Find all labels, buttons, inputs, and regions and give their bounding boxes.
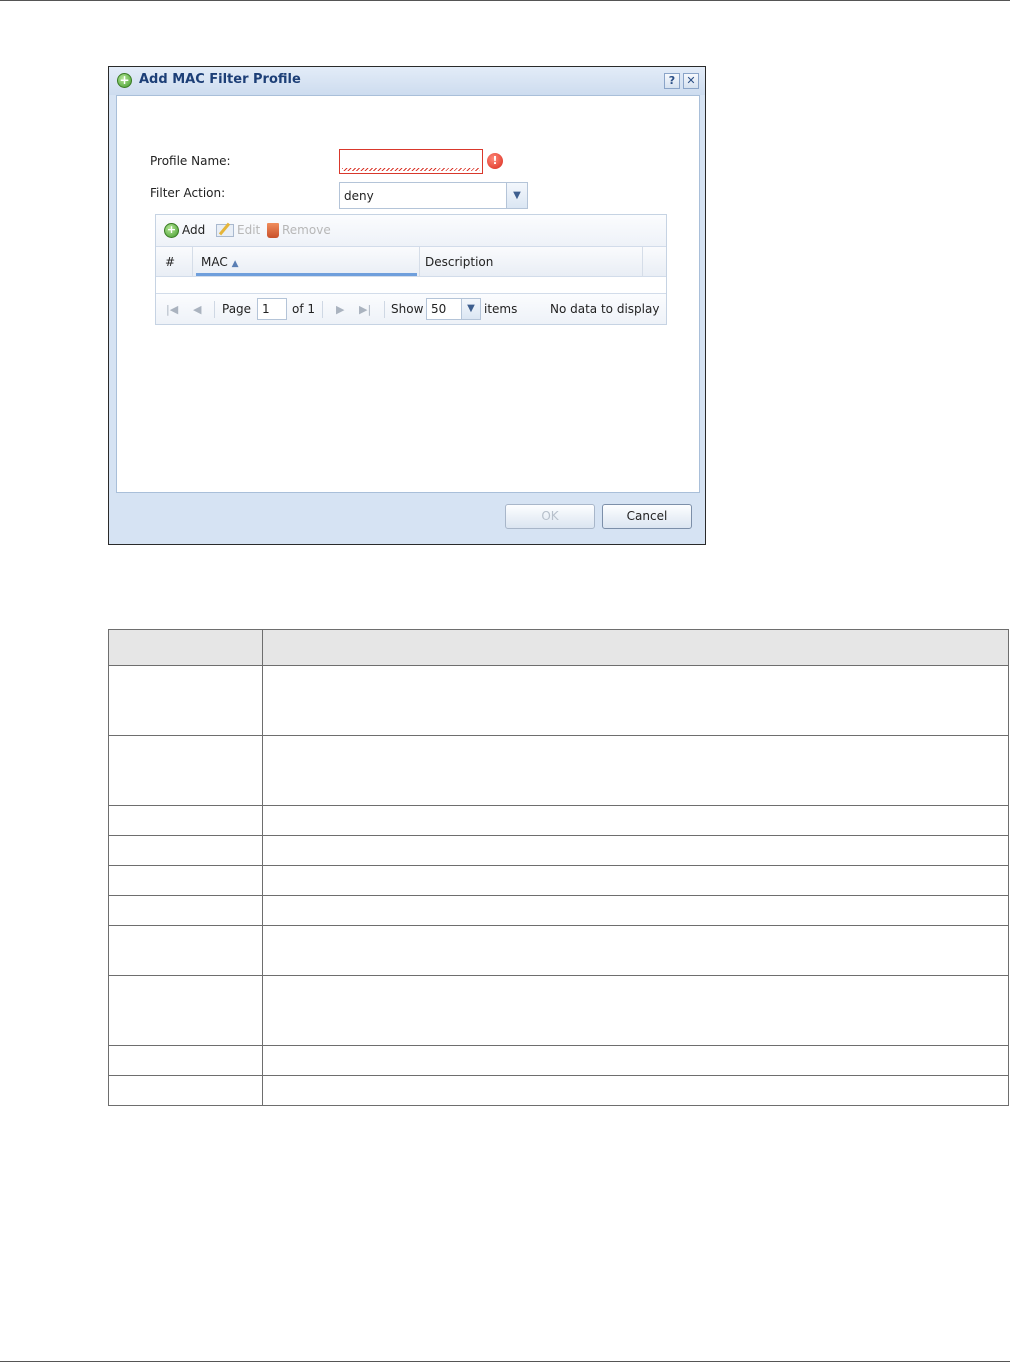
profile-name-input[interactable] (339, 149, 483, 174)
trash-icon (267, 223, 279, 238)
table-cell (262, 925, 1009, 976)
last-page-icon[interactable]: ▶| (359, 303, 371, 316)
table-cell (262, 1045, 1009, 1076)
close-icon[interactable]: ✕ (683, 73, 699, 89)
dialog-title-bar[interactable]: + Add MAC Filter Profile ? ✕ (109, 67, 705, 95)
column-header-number[interactable]: # (165, 247, 175, 277)
table-row (108, 865, 1009, 896)
table-row (108, 1045, 1009, 1076)
remove-label: Remove (282, 223, 331, 237)
table-cell (108, 629, 263, 666)
table-row (108, 925, 1009, 976)
page-number-input[interactable]: 1 (257, 298, 287, 320)
chevron-down-icon[interactable]: ▼ (506, 183, 527, 208)
table-cell (262, 975, 1009, 1046)
grid-pager: |◀ ◀ Page 1 of 1 ▶ ▶| Show 50 ▼ items No… (156, 293, 666, 324)
add-circle-icon: + (117, 73, 132, 88)
column-header-description[interactable]: Description (425, 247, 493, 277)
table-cell (108, 895, 263, 926)
sort-ascending-icon: ▲ (231, 259, 239, 269)
table-cell (262, 629, 1009, 666)
next-page-icon[interactable]: ▶ (336, 303, 344, 316)
validation-squiggle (342, 168, 480, 171)
dialog-title: Add MAC Filter Profile (139, 72, 301, 87)
table-cell (262, 735, 1009, 806)
first-page-icon[interactable]: |◀ (166, 303, 178, 316)
filter-action-label: Filter Action: (150, 186, 226, 200)
grid-toolbar: + Add Edit Remove (156, 215, 666, 247)
sorted-column-indicator (196, 273, 417, 276)
table-row (108, 805, 1009, 836)
ok-button[interactable]: OK (505, 504, 595, 529)
table-cell (108, 805, 263, 836)
help-icon[interactable]: ? (664, 73, 680, 89)
pager-divider (322, 301, 323, 318)
table-cell (262, 805, 1009, 836)
remove-button[interactable]: Remove (267, 223, 331, 238)
mac-header-label: MAC (201, 255, 228, 269)
table-cell (108, 665, 263, 736)
table-cell (108, 975, 263, 1046)
add-circle-icon: + (164, 223, 179, 238)
table-row (108, 1075, 1009, 1106)
page-top-rule (0, 0, 1010, 1)
mac-address-grid: + Add Edit Remove # MAC ▲ Description |◀… (155, 214, 667, 325)
edit-label: Edit (237, 223, 261, 237)
column-divider (642, 247, 643, 277)
chevron-down-icon[interactable]: ▼ (461, 298, 481, 320)
table-cell (262, 835, 1009, 866)
table-cell (108, 1075, 263, 1106)
warning-icon: ! (487, 153, 503, 169)
filter-action-value: deny (344, 189, 374, 203)
table-cell (262, 895, 1009, 926)
pager-status: No data to display (550, 302, 660, 316)
page-size-select[interactable]: 50 (426, 298, 462, 320)
column-divider (192, 247, 193, 277)
field-description-table (108, 629, 1009, 1106)
add-button[interactable]: + Add (164, 223, 205, 238)
table-row (108, 895, 1009, 926)
table-cell (108, 925, 263, 976)
table-cell (262, 1075, 1009, 1106)
table-row (108, 975, 1009, 1046)
profile-name-label: Profile Name: (150, 154, 231, 168)
items-label: items (484, 302, 518, 316)
table-cell (108, 1045, 263, 1076)
pager-divider (384, 301, 385, 318)
table-cell (108, 735, 263, 806)
table-header-row (108, 629, 1009, 666)
edit-button[interactable]: Edit (216, 223, 260, 237)
dialog-body: Profile Name: ! Filter Action: deny ▼ + A… (116, 95, 700, 493)
edit-icon (216, 224, 234, 237)
table-cell (108, 865, 263, 896)
add-label: Add (182, 223, 206, 237)
page-label: Page (222, 302, 252, 316)
filter-action-select[interactable]: deny ▼ (339, 182, 528, 209)
prev-page-icon[interactable]: ◀ (193, 303, 201, 316)
add-mac-filter-profile-dialog: + Add MAC Filter Profile ? ✕ Profile Nam… (108, 66, 706, 545)
pager-divider (214, 301, 215, 318)
column-divider (419, 247, 420, 277)
page-count-label: of 1 (292, 302, 316, 316)
page-bottom-rule (0, 1361, 1010, 1362)
table-row (108, 735, 1009, 806)
table-cell (108, 835, 263, 866)
table-cell (262, 865, 1009, 896)
show-label: Show (391, 302, 424, 316)
table-row (108, 835, 1009, 866)
grid-header: # MAC ▲ Description (156, 247, 666, 277)
table-cell (262, 665, 1009, 736)
table-row (108, 665, 1009, 736)
cancel-button[interactable]: Cancel (602, 504, 692, 529)
